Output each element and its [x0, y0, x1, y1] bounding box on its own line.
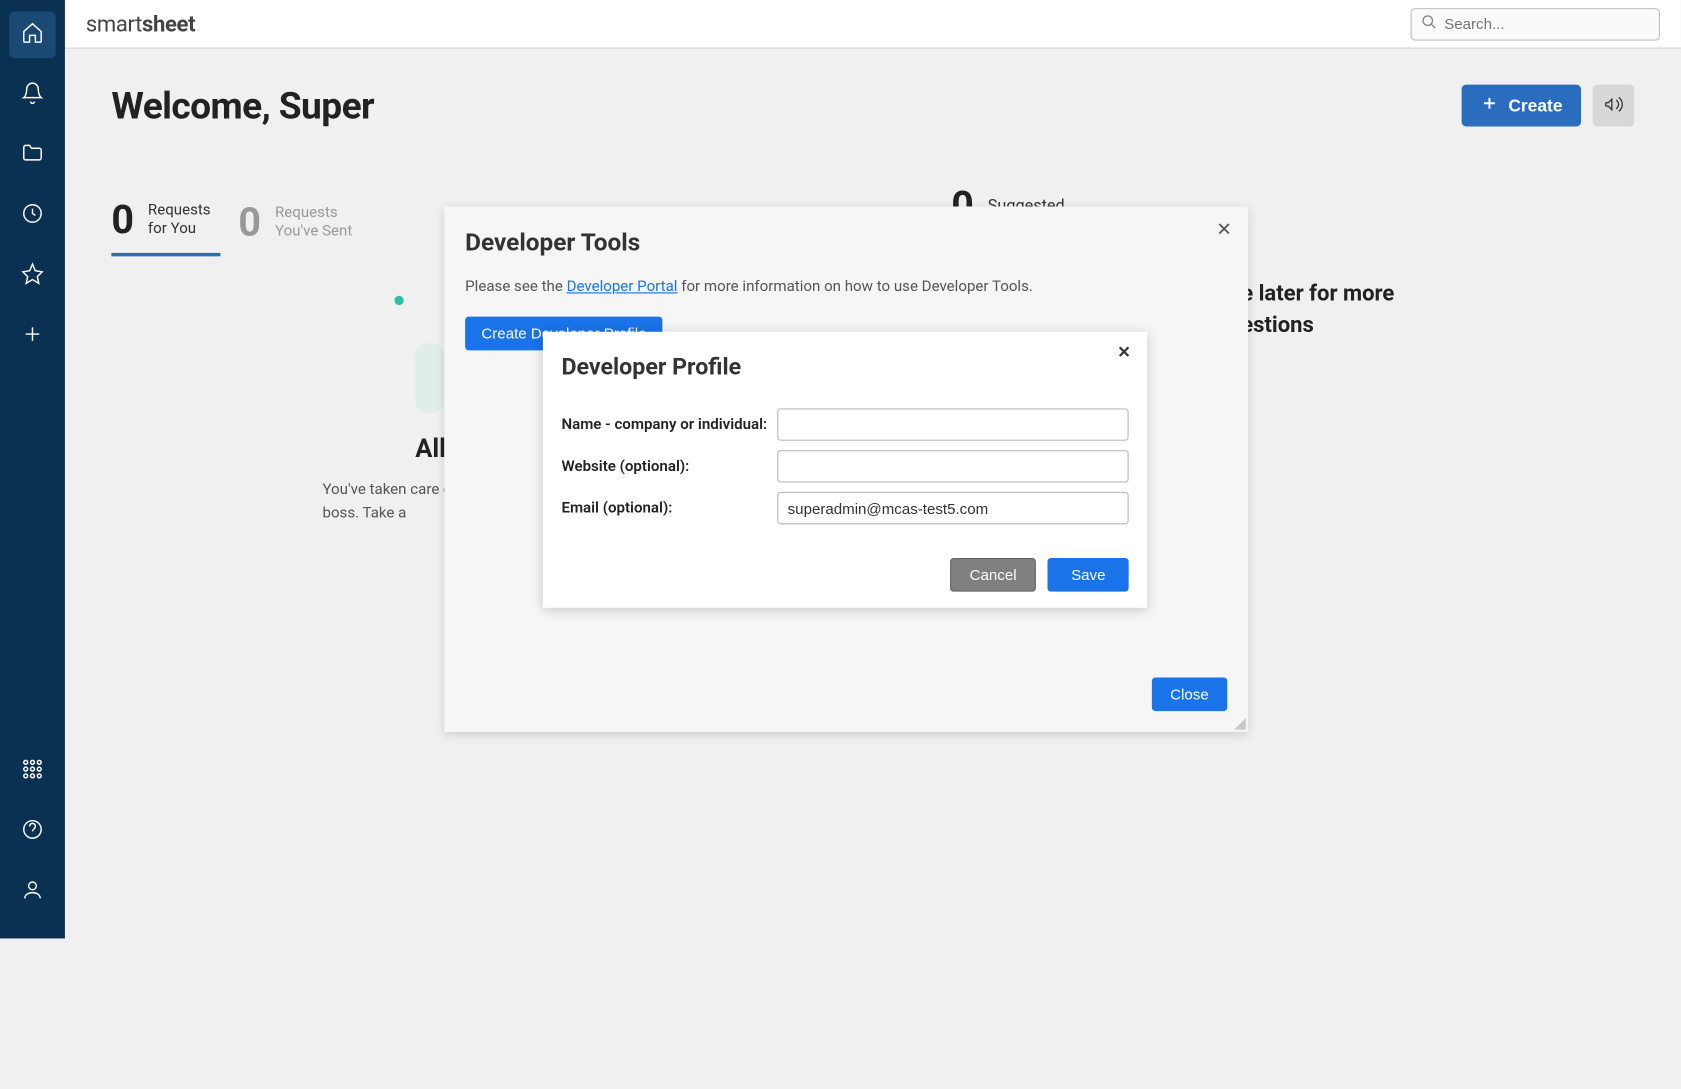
decoration-dot	[394, 296, 403, 305]
all-done-heading: All	[415, 435, 446, 464]
stat-requests-for-you[interactable]: 0 Requestsfor You	[111, 197, 220, 256]
modal-title: Developer Tools	[465, 230, 1227, 258]
logo: smartsheet	[86, 10, 195, 37]
nav-create[interactable]	[9, 313, 55, 359]
nav-apps[interactable]	[9, 748, 55, 794]
cancel-button[interactable]: Cancel	[950, 558, 1036, 592]
create-button[interactable]: Create	[1462, 85, 1581, 127]
sidebar	[0, 0, 65, 938]
name-label: Name - company or individual:	[561, 416, 777, 433]
search-input[interactable]	[1444, 15, 1649, 32]
help-icon	[21, 818, 44, 846]
website-field[interactable]	[777, 450, 1128, 482]
page-title: Welcome, Super	[111, 84, 374, 128]
plus-icon	[21, 322, 44, 350]
nav-notifications[interactable]	[9, 72, 55, 118]
folder-icon	[21, 142, 44, 170]
developer-portal-link[interactable]: Developer Portal	[567, 278, 678, 295]
user-icon	[21, 878, 44, 906]
nav-browse[interactable]	[9, 132, 55, 178]
clock-icon	[21, 202, 44, 230]
modal-description: Please see the Developer Portal for more…	[465, 278, 1227, 295]
topbar: smartsheet	[65, 0, 1681, 49]
email-field[interactable]	[777, 492, 1128, 524]
home-icon	[21, 21, 44, 49]
developer-profile-modal: ✕ Developer Profile Name - company or in…	[543, 332, 1147, 608]
search-icon	[1421, 13, 1437, 35]
close-button[interactable]: Close	[1152, 677, 1228, 711]
plus-icon	[1481, 94, 1500, 117]
website-label: Website (optional):	[561, 458, 777, 475]
nav-recents[interactable]	[9, 193, 55, 239]
megaphone-icon	[1603, 93, 1624, 117]
resize-handle[interactable]	[1232, 716, 1246, 730]
bell-icon	[21, 81, 44, 109]
close-icon[interactable]: ✕	[1117, 343, 1131, 362]
nav-help[interactable]	[9, 809, 55, 855]
nav-account[interactable]	[9, 869, 55, 915]
nav-favorites[interactable]	[9, 253, 55, 299]
grid-icon	[21, 757, 44, 785]
close-icon[interactable]: ✕	[1216, 218, 1232, 240]
stat-requests-sent[interactable]: 0 RequestsYou've Sent	[238, 197, 361, 256]
search-box[interactable]	[1411, 8, 1660, 40]
save-button[interactable]: Save	[1048, 558, 1129, 592]
email-label: Email (optional):	[561, 499, 777, 516]
modal-title: Developer Profile	[561, 353, 1128, 381]
name-field[interactable]	[777, 408, 1128, 440]
suggestions-text: e later for moreestions	[1241, 278, 1394, 340]
nav-home[interactable]	[9, 12, 55, 58]
star-icon	[21, 262, 44, 290]
announcements-button[interactable]	[1593, 85, 1635, 127]
